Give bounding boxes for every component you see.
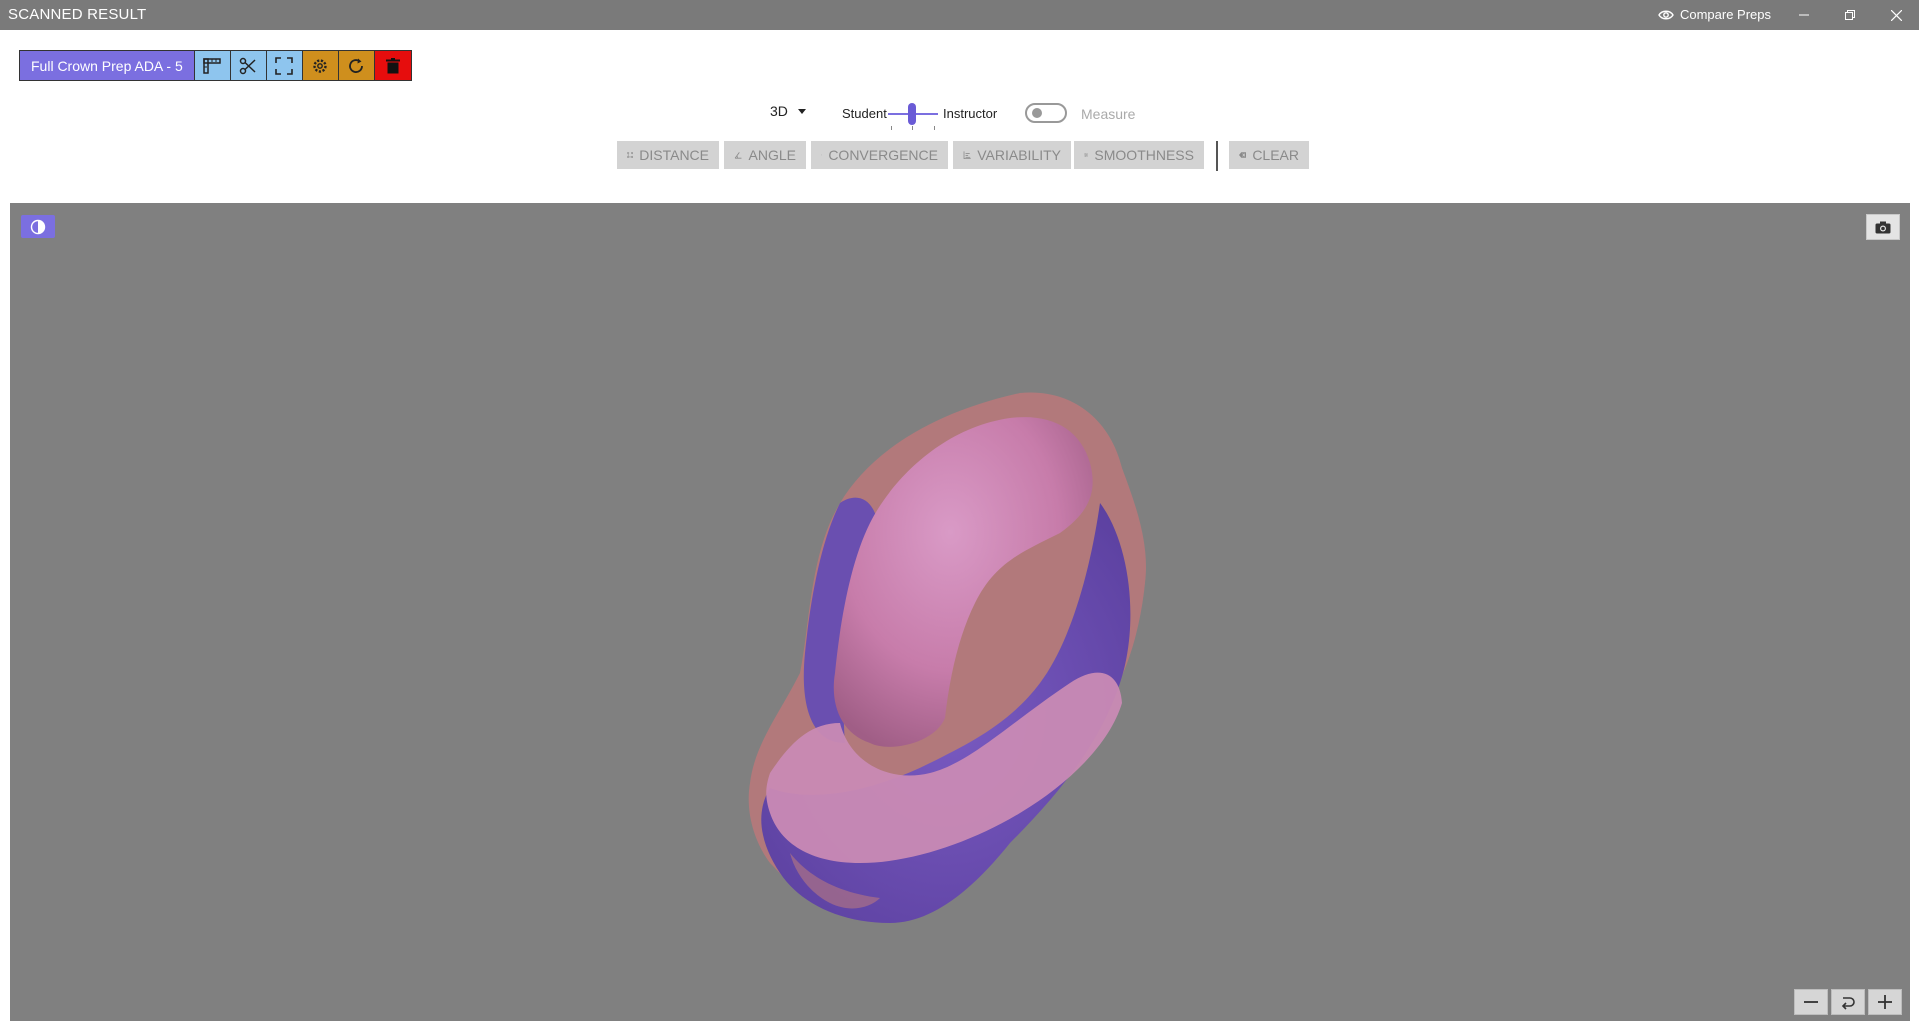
convergence-icon	[821, 154, 823, 156]
measure-toggle[interactable]	[1025, 103, 1067, 123]
student-label: Student	[842, 106, 887, 121]
smoothness-button[interactable]: SMOOTHNESS	[1074, 141, 1204, 169]
clear-icon	[1239, 152, 1247, 158]
eye-icon	[1658, 10, 1674, 19]
prep-name-button[interactable]: Full Crown Prep ADA - 5	[20, 51, 195, 80]
theme-toggle-button[interactable]	[21, 215, 55, 238]
settings-icon	[313, 58, 327, 73]
title-bar: SCANNED RESULT Compare Preps	[0, 0, 1919, 30]
slider-tick	[912, 126, 913, 130]
close-icon	[1890, 9, 1902, 21]
angle-icon	[734, 152, 742, 159]
slider-tick	[934, 126, 935, 130]
close-button[interactable]	[1873, 0, 1919, 30]
measure-label: Measure	[1081, 106, 1136, 122]
compare-preps-button[interactable]: Compare Preps	[1658, 7, 1771, 22]
instructor-label: Instructor	[943, 106, 998, 121]
distance-icon	[627, 151, 634, 159]
cut-button[interactable]	[230, 51, 267, 80]
convergence-button[interactable]: CONVERGENCE	[811, 141, 948, 169]
settings-button[interactable]	[302, 51, 339, 80]
contrast-icon	[30, 219, 46, 234]
view-mode-select[interactable]: 3D	[770, 103, 806, 119]
fit-view-button[interactable]	[266, 51, 303, 80]
minimize-button[interactable]	[1781, 0, 1827, 30]
plus-icon	[1878, 995, 1892, 1009]
distance-label: DISTANCE	[639, 147, 709, 163]
slider-tick	[891, 126, 892, 130]
minimize-icon	[1799, 14, 1809, 16]
ruler-button[interactable]	[194, 51, 231, 80]
toolbar-divider	[1216, 141, 1218, 171]
reset-icon	[1841, 997, 1855, 1010]
zoom-in-button[interactable]	[1868, 989, 1902, 1015]
clear-label: CLEAR	[1252, 147, 1299, 163]
zoom-out-button[interactable]	[1794, 989, 1828, 1015]
slider-thumb[interactable]	[908, 103, 916, 125]
student-instructor-slider[interactable]	[888, 103, 938, 131]
delete-button[interactable]	[374, 51, 411, 80]
3d-viewport[interactable]	[10, 203, 1910, 1021]
delete-icon	[385, 57, 400, 73]
compare-preps-label: Compare Preps	[1679, 7, 1771, 22]
variability-icon	[963, 151, 971, 159]
zoom-controls	[1794, 989, 1902, 1015]
angle-button[interactable]: ANGLE	[724, 141, 806, 169]
caret-down-icon	[797, 108, 806, 114]
refresh-icon	[349, 58, 364, 73]
reset-view-button[interactable]	[1831, 989, 1865, 1015]
camera-icon	[1875, 221, 1891, 233]
clear-button[interactable]: CLEAR	[1229, 141, 1309, 169]
prep-toolbar: Full Crown Prep ADA - 5	[19, 50, 412, 81]
refresh-button[interactable]	[338, 51, 375, 80]
smoothness-label: SMOOTHNESS	[1094, 147, 1194, 163]
scissors-icon	[239, 57, 256, 74]
window-title: SCANNED RESULT	[8, 6, 147, 23]
restore-icon	[1845, 10, 1855, 20]
angle-label: ANGLE	[748, 147, 796, 163]
minus-icon	[1804, 1001, 1818, 1003]
variability-button[interactable]: VARIABILITY	[953, 141, 1071, 169]
view-mode-value: 3D	[770, 103, 788, 119]
measure-toolbar: DISTANCE ANGLE CONVERGENCE VARIABILITY S…	[0, 141, 1919, 171]
screenshot-button[interactable]	[1866, 214, 1900, 240]
ruler-icon	[203, 57, 221, 74]
smoothness-icon	[1084, 153, 1089, 157]
convergence-label: CONVERGENCE	[828, 147, 938, 163]
view-controls: 3D Student Instructor Measure	[0, 103, 1919, 130]
distance-button[interactable]: DISTANCE	[617, 141, 719, 169]
restore-button[interactable]	[1827, 0, 1873, 30]
toggle-knob	[1032, 108, 1042, 118]
tooth-prep-model[interactable]	[10, 203, 1910, 1021]
fit-view-icon	[275, 56, 294, 75]
variability-label: VARIABILITY	[977, 147, 1061, 163]
